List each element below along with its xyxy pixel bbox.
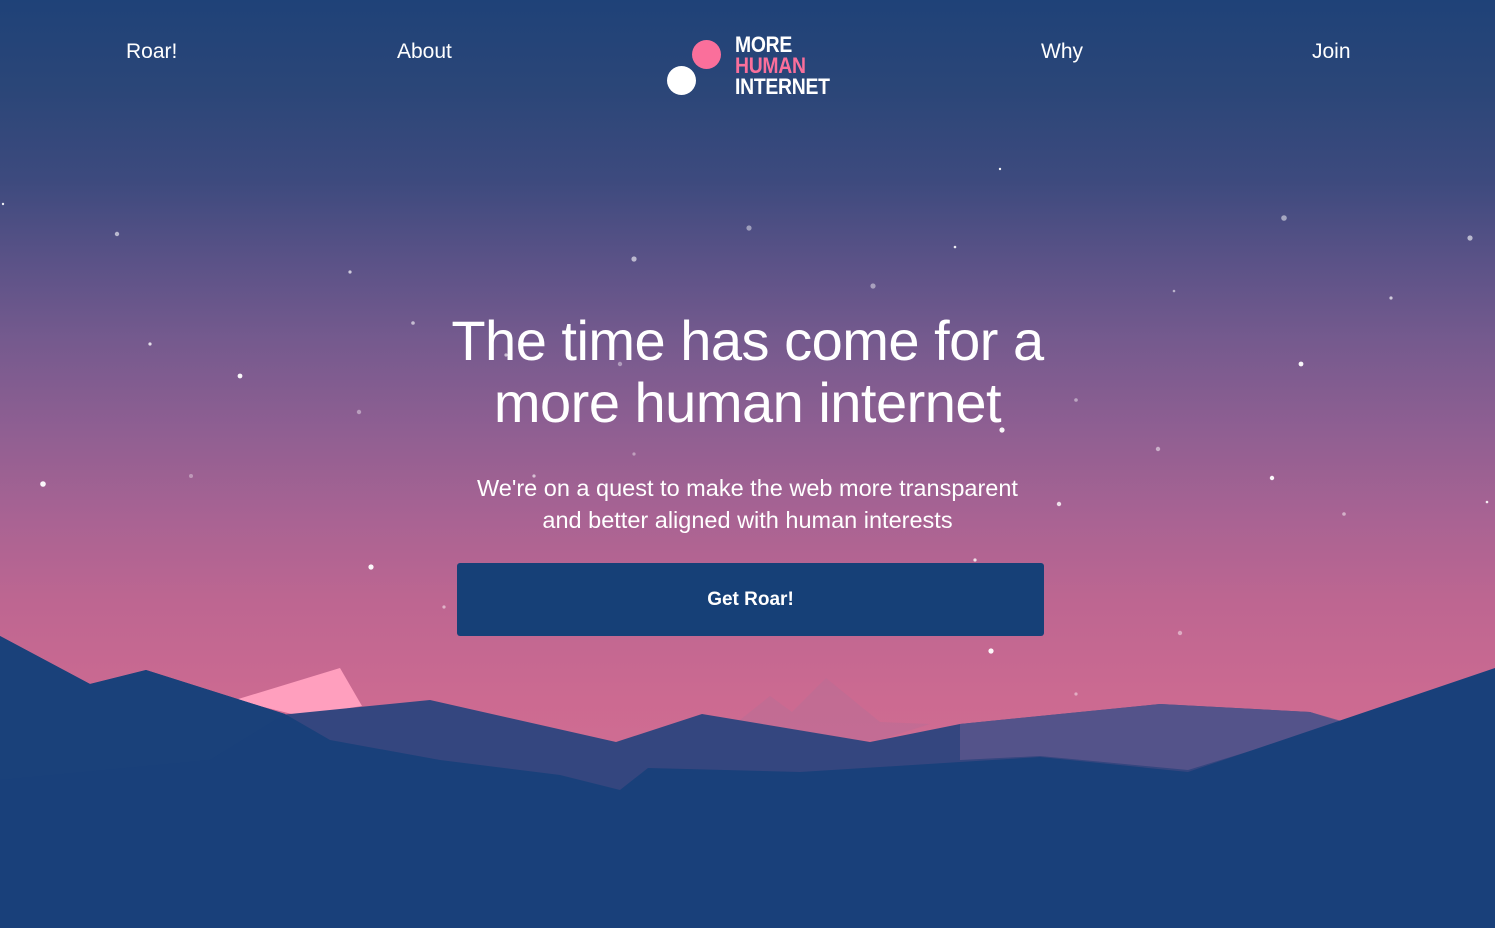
nav-link-why[interactable]: Why <box>1041 40 1083 64</box>
logo-line-more: MORE <box>735 32 793 57</box>
logo-pink-dot <box>692 40 721 69</box>
logo-white-dot <box>667 66 696 95</box>
get-roar-button[interactable]: Get Roar! <box>457 563 1044 636</box>
logo-line-internet: INTERNET <box>735 74 830 99</box>
hero-section: The time has come for a more human inter… <box>0 310 1495 536</box>
nav-link-about[interactable]: About <box>397 40 452 64</box>
nav-link-roar[interactable]: Roar! <box>126 40 177 64</box>
hero-subtext-line-1: We're on a quest to make the web more tr… <box>477 475 1018 501</box>
top-navigation: Roar! About MORE HUMAN INTERNET Why Join <box>0 0 1495 110</box>
hero-subtext: We're on a quest to make the web more tr… <box>428 472 1068 536</box>
hero-headline-line-1: The time has come for a <box>451 309 1044 372</box>
mountains <box>0 636 1495 928</box>
logo-wordmark: MORE HUMAN INTERNET <box>735 32 830 99</box>
hero-headline: The time has come for a more human inter… <box>398 310 1098 434</box>
hero-headline-line-2: more human internet <box>493 371 1002 434</box>
more-human-internet-logo[interactable]: MORE HUMAN INTERNET <box>664 34 844 104</box>
nav-link-join[interactable]: Join <box>1312 40 1351 64</box>
logo-line-human: HUMAN <box>735 53 806 78</box>
hero-subtext-line-2: and better aligned with human interests <box>542 507 953 533</box>
